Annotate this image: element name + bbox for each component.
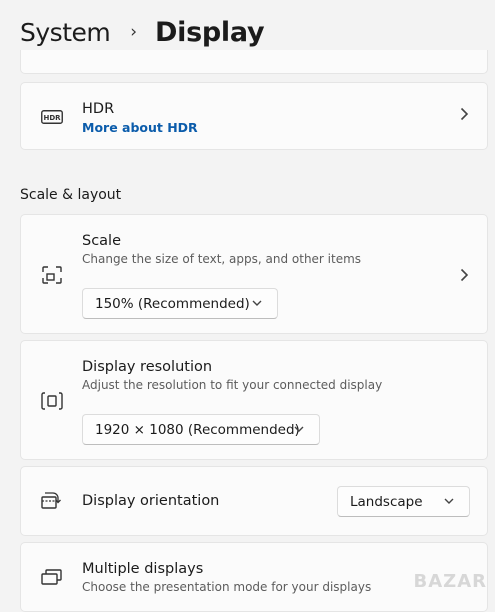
page-title: Display bbox=[155, 16, 265, 48]
section-title-scale-layout: Scale & layout bbox=[20, 187, 122, 203]
orientation-icon bbox=[39, 491, 65, 511]
display-orientation-title: Display orientation bbox=[82, 493, 220, 509]
chevron-right-icon bbox=[459, 267, 469, 286]
display-resolution-card: Display resolution Adjust the resolution… bbox=[20, 340, 488, 460]
scale-value: 150% (Recommended) bbox=[95, 295, 250, 312]
display-resolution-value: 1920 × 1080 (Recommended) bbox=[95, 421, 300, 438]
hdr-icon: HDR bbox=[39, 107, 65, 127]
hdr-card[interactable]: HDR HDR More about HDR bbox=[20, 82, 488, 150]
breadcrumb-separator: › bbox=[130, 22, 138, 42]
previous-setting-card bbox=[20, 50, 488, 74]
scale-icon bbox=[39, 265, 65, 285]
svg-text:HDR: HDR bbox=[43, 114, 61, 122]
display-resolution-title: Display resolution bbox=[82, 359, 213, 375]
breadcrumb-parent[interactable]: System bbox=[20, 18, 111, 47]
display-resolution-dropdown[interactable]: 1920 × 1080 (Recommended) bbox=[82, 414, 320, 445]
multiple-displays-description: Choose the presentation mode for your di… bbox=[82, 580, 372, 594]
breadcrumb: System › Display bbox=[20, 12, 265, 52]
watermark: BAZAR bbox=[413, 571, 487, 592]
chevron-down-icon bbox=[293, 423, 305, 435]
scale-title: Scale bbox=[82, 233, 122, 249]
chevron-down-icon bbox=[251, 297, 263, 309]
scale-description: Change the size of text, apps, and other… bbox=[82, 252, 362, 266]
hdr-title: HDR bbox=[82, 101, 115, 117]
multiple-displays-icon bbox=[39, 567, 65, 587]
display-orientation-value: Landscape bbox=[350, 493, 423, 510]
resolution-icon bbox=[39, 391, 65, 411]
chevron-right-icon bbox=[459, 106, 469, 125]
scale-card[interactable]: Scale Change the size of text, apps, and… bbox=[20, 214, 488, 334]
scale-dropdown[interactable]: 150% (Recommended) bbox=[82, 288, 278, 319]
display-orientation-card: Display orientation Landscape bbox=[20, 466, 488, 536]
display-resolution-description: Adjust the resolution to fit your connec… bbox=[82, 378, 383, 392]
display-orientation-dropdown[interactable]: Landscape bbox=[337, 486, 470, 517]
chevron-down-icon bbox=[443, 495, 455, 507]
more-about-hdr-link[interactable]: More about HDR bbox=[82, 120, 198, 135]
multiple-displays-title: Multiple displays bbox=[82, 561, 204, 577]
